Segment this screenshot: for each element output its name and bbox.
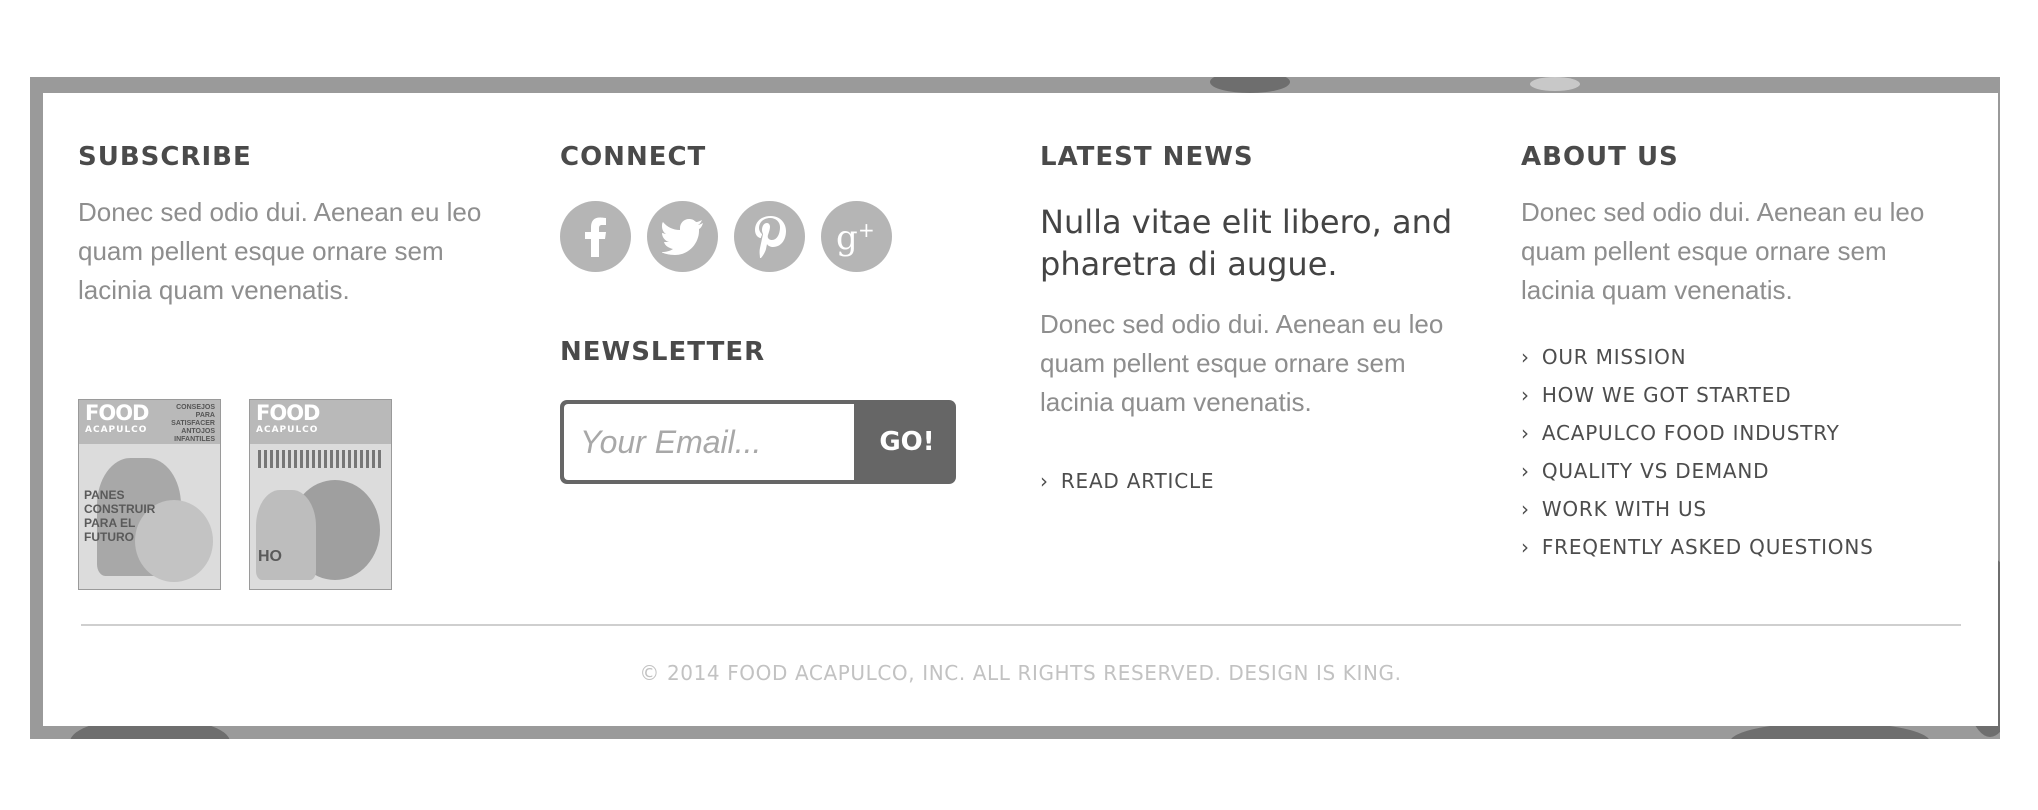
magazine-cover[interactable]: FOOD ACAPULCO HO: [249, 399, 392, 590]
footer-divider: [81, 624, 1961, 626]
go-button[interactable]: GO!: [858, 400, 956, 484]
footer-panel: SUBSCRIBE Donec sed odio dui. Aenean eu …: [43, 93, 1998, 726]
social-links: g +: [560, 201, 956, 272]
about-column: ABOUT US Donec sed odio dui. Aenean eu l…: [1521, 141, 1951, 566]
latest-news-heading: LATEST NEWS: [1040, 142, 1254, 172]
facebook-button[interactable]: [560, 201, 631, 272]
cover-illustration: [256, 490, 316, 580]
magazine-logo: FOOD ACAPULCO: [256, 401, 320, 436]
chevron-right-icon: ›: [1521, 383, 1530, 407]
pinterest-icon: [754, 215, 786, 258]
subscribe-heading: SUBSCRIBE: [78, 142, 252, 172]
newsletter-form: GO!: [560, 400, 956, 484]
facebook-icon: [584, 217, 606, 257]
twitter-icon: [661, 218, 703, 255]
about-heading: ABOUT US: [1521, 142, 1679, 172]
about-text: Donec sed odio dui. Aenean eu leo quam p…: [1521, 197, 1925, 305]
svg-text:g: g: [836, 218, 858, 257]
twitter-button[interactable]: [647, 201, 718, 272]
cover-stripes: [258, 450, 382, 468]
subscribe-text: Donec sed odio dui. Aenean eu leo quam p…: [78, 197, 482, 305]
latest-news-column: LATEST NEWS Nulla vitae elit libero, and…: [1040, 141, 1480, 500]
about-link-faq[interactable]: › FREQENTLY ASKED QUESTIONS: [1521, 528, 1951, 566]
about-links: › OUR MISSION › HOW WE GOT STARTED › ACA…: [1521, 338, 1951, 566]
cover-headline: HO: [258, 548, 282, 565]
subscribe-column: SUBSCRIBE Donec sed odio dui. Aenean eu …: [78, 141, 508, 590]
news-article-text: Donec sed odio dui. Aenean eu leo quam p…: [1040, 309, 1444, 417]
about-link-label: ACAPULCO FOOD INDUSTRY: [1541, 421, 1840, 445]
news-article-title[interactable]: Nulla vitae elit libero, and pharetra di…: [1040, 201, 1480, 285]
magazine-cover[interactable]: FOOD ACAPULCO CONSEJOS PARA SATISFACER AN…: [78, 399, 221, 590]
newsletter-heading: NEWSLETTER: [560, 337, 766, 367]
pinterest-button[interactable]: [734, 201, 805, 272]
magazine-logo-text: FOOD: [85, 401, 149, 425]
background-decoration: [1210, 77, 1290, 93]
read-article-label: READ ARTICLE: [1060, 469, 1215, 493]
magazine-logo: FOOD ACAPULCO: [85, 401, 149, 436]
about-link-acapulco-food-industry[interactable]: › ACAPULCO FOOD INDUSTRY: [1521, 414, 1951, 452]
about-link-label: QUALITY VS DEMAND: [1541, 459, 1770, 483]
chevron-right-icon: ›: [1521, 345, 1530, 369]
about-link-label: FREQENTLY ASKED QUESTIONS: [1541, 535, 1874, 559]
about-link-work-with-us[interactable]: › WORK WITH US: [1521, 490, 1951, 528]
email-input[interactable]: [564, 404, 854, 480]
google-plus-icon: g +: [836, 218, 875, 257]
chevron-right-icon: ›: [1521, 421, 1530, 445]
about-link-label: WORK WITH US: [1541, 497, 1707, 521]
about-link-how-we-got-started[interactable]: › HOW WE GOT STARTED: [1521, 376, 1951, 414]
about-link-our-mission[interactable]: › OUR MISSION: [1521, 338, 1951, 376]
magazine-covers: FOOD ACAPULCO CONSEJOS PARA SATISFACER AN…: [78, 399, 392, 590]
copyright-text: © 2014 FOOD ACAPULCO, INC. ALL RIGHTS RE…: [639, 661, 1402, 685]
magazine-logo-sub: ACAPULCO: [256, 425, 319, 435]
cover-headline: PANES CONSTRUIR PARA EL FUTURO: [84, 488, 156, 544]
connect-column: CONNECT g+ NEWSLETTER GO!: [560, 141, 956, 484]
chevron-right-icon: ›: [1521, 497, 1530, 521]
magazine-logo-sub: ACAPULCO: [85, 425, 148, 435]
about-link-quality-vs-demand[interactable]: › QUALITY VS DEMAND: [1521, 452, 1951, 490]
read-article-link[interactable]: › READ ARTICLE: [1040, 462, 1480, 500]
chevron-right-icon: ›: [1521, 535, 1530, 559]
chevron-right-icon: ›: [1521, 459, 1530, 483]
about-link-label: OUR MISSION: [1541, 345, 1687, 369]
about-link-label: HOW WE GOT STARTED: [1541, 383, 1792, 407]
chevron-right-icon: ›: [1040, 469, 1049, 493]
google-plus-button[interactable]: g +: [821, 201, 892, 272]
svg-text:+: +: [858, 218, 875, 242]
cover-tagline: CONSEJOS PARA SATISFACER ANTOJOS INFANTI…: [171, 404, 215, 443]
connect-heading: CONNECT: [560, 142, 707, 172]
magazine-logo-text: FOOD: [256, 401, 320, 425]
background-decoration: [1530, 77, 1580, 91]
